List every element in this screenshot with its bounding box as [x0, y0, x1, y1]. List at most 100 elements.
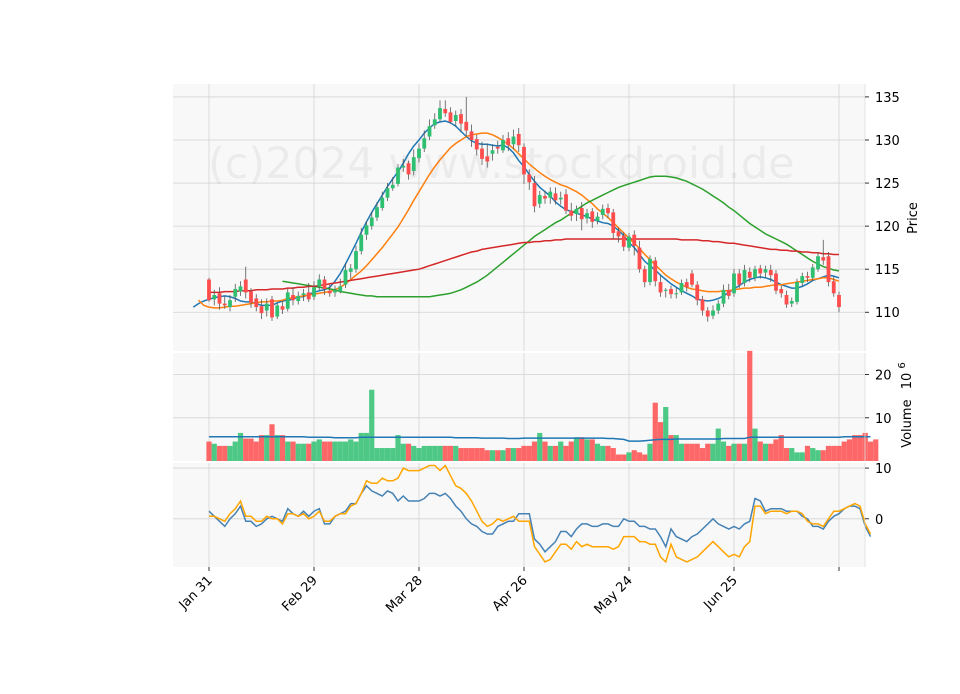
candle-body [396, 167, 400, 184]
volume-bar [873, 439, 879, 461]
volume-bar [715, 428, 721, 461]
candle-body [532, 183, 537, 207]
volume-panel: 10 20 Volume 10 6 [173, 350, 915, 461]
volume-bar [815, 450, 821, 461]
volume-bar [516, 448, 522, 461]
volume-bar [831, 445, 837, 461]
volume-bar [279, 435, 286, 461]
candle-body [726, 289, 731, 296]
candle-body [537, 195, 542, 204]
volume-bar [232, 441, 238, 461]
date-x-axis: Jan 31 Feb 29 Mar 28 Apr 26 May 24 Jun 25 [176, 567, 840, 617]
candle-body [558, 197, 563, 200]
volume-bar [726, 445, 732, 461]
candle-body [443, 108, 448, 114]
candle-body [784, 295, 789, 305]
volume-bar [684, 443, 690, 461]
candle-body [249, 291, 253, 303]
candle-body [606, 208, 610, 214]
x-tick-label: Feb 29 [279, 573, 321, 615]
volume-bar [558, 441, 564, 461]
volume-bar [600, 445, 606, 461]
volume-bar [227, 445, 233, 461]
volume-bar [453, 445, 459, 461]
candle-body [506, 138, 511, 146]
candle-body [810, 267, 815, 278]
volume-bar [258, 435, 265, 461]
candle-body [632, 234, 637, 246]
candle-body [564, 194, 568, 211]
volume-bar [348, 439, 354, 461]
volume-bar [605, 445, 611, 461]
volume-bar [852, 435, 858, 461]
candle-body [238, 286, 243, 292]
candle-body [501, 139, 505, 151]
candle-body [480, 148, 484, 159]
candle-body [448, 112, 453, 122]
candle-body [364, 225, 369, 235]
volume-bar [295, 443, 301, 461]
volume-bar [568, 441, 574, 461]
volume-bar [526, 445, 532, 461]
volume-bar [857, 435, 863, 461]
volume-bar [400, 443, 406, 461]
stock-chart-figure: (c)2024 www.stockdroid.de 110 115 120 125 13… [0, 0, 960, 690]
volume-bar [636, 452, 643, 461]
volume-bar [211, 443, 217, 461]
volume-bar [479, 448, 485, 461]
volume-bar [353, 441, 359, 461]
candle-body [422, 138, 427, 149]
volume-bar [547, 445, 553, 461]
candle-body [401, 165, 406, 168]
volume-bar [757, 441, 763, 461]
volume-axis-label-pow: 6 [897, 362, 908, 368]
volume-bar [794, 452, 800, 461]
candle-body [758, 268, 763, 274]
volume-bar [542, 441, 548, 461]
candle-body [579, 208, 584, 220]
candle-body [548, 191, 553, 198]
candle-body [390, 184, 395, 189]
volume-bar [663, 407, 669, 461]
candle-body [338, 286, 343, 292]
volume-bar [699, 448, 706, 461]
volume-bar [253, 441, 259, 461]
candle-body [800, 276, 805, 283]
candle-body [763, 269, 768, 273]
candle-body [312, 287, 316, 297]
candle-body [831, 281, 836, 294]
volume-bar [495, 450, 501, 461]
volume-bar [222, 445, 228, 461]
candle-body [737, 273, 742, 285]
y-tick-label: 130 [875, 134, 900, 149]
volume-bar [463, 448, 469, 461]
volume-bar [778, 435, 784, 461]
x-tick-label: May 24 [592, 573, 636, 617]
volume-bar [841, 441, 847, 461]
volume-bar [631, 450, 637, 461]
candle-body [327, 290, 332, 294]
volume-bar [290, 441, 296, 461]
volume-bar [442, 445, 448, 461]
candle-body [595, 216, 600, 221]
volume-axis-label-main: Volume [900, 399, 915, 447]
candle-body [669, 288, 673, 295]
candle-body [753, 269, 757, 278]
y-tick-label: 115 [875, 263, 900, 278]
volume-bar [836, 445, 842, 461]
volume-bar [458, 448, 464, 461]
candle-body [658, 282, 663, 293]
volume-bar [321, 441, 328, 461]
candle-body [637, 247, 642, 270]
volume-bar [437, 445, 443, 461]
candle-body [742, 270, 747, 283]
volume-bar [327, 441, 333, 461]
volume-bar [689, 443, 695, 461]
candle-body [264, 303, 269, 311]
candle-body [375, 207, 379, 218]
candle-body [280, 306, 285, 310]
candle-body [406, 163, 411, 175]
volume-bar [390, 448, 396, 461]
y-tick-label: 10 [875, 462, 892, 477]
candle-body [574, 208, 579, 215]
